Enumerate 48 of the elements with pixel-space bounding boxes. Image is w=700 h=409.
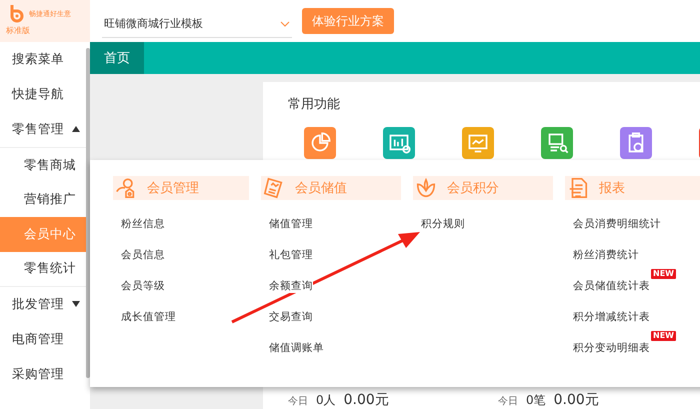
stat-count: 0笔 — [526, 392, 546, 409]
menu-link[interactable]: 粉丝信息 — [121, 216, 165, 230]
sidebar-item[interactable]: 快捷导航 — [0, 77, 90, 112]
menu-link[interactable]: 礼包管理 — [269, 248, 313, 262]
document-icon — [263, 177, 285, 199]
column-title: 会员储值 — [295, 180, 347, 197]
sidebar-item[interactable]: 零售商城 — [0, 148, 90, 182]
sidebar-item[interactable]: 电商管理 — [0, 322, 90, 357]
section-title: 常用功能 — [288, 96, 341, 113]
shortcut-icon[interactable] — [620, 127, 652, 159]
report-icon — [567, 177, 589, 199]
menu-link[interactable]: 余额查询 — [269, 278, 313, 292]
menu-link[interactable]: 积分增减统计表 — [573, 310, 650, 324]
sidebar-item[interactable]: 搜索菜单 — [0, 42, 90, 77]
sidebar-item[interactable]: 零售统计 — [0, 252, 90, 286]
shortcut-icon[interactable] — [304, 127, 336, 159]
column-title: 会员管理 — [147, 180, 199, 197]
sidebar-item[interactable]: 零售管理 — [0, 112, 90, 147]
stat-amount: 0.00元 — [344, 391, 389, 409]
person-icon — [115, 177, 137, 199]
sidebar-item[interactable]: 营销推广 — [0, 182, 90, 217]
sidebar-item[interactable]: 批发管理 — [0, 287, 90, 322]
menu-link[interactable]: 会员等级 — [121, 278, 165, 292]
template-select[interactable]: 旺铺微商城行业模板 — [102, 10, 292, 38]
menu-link[interactable]: 会员消费明细统计 — [573, 216, 661, 230]
column-title: 报表 — [599, 180, 625, 197]
stat-amount: 0.00元 — [554, 391, 599, 409]
sidebar-item[interactable]: 采购管理 — [0, 357, 90, 392]
chevron-down-icon — [280, 20, 290, 26]
new-badge: NEW — [651, 330, 676, 340]
menu-link[interactable]: 粉丝消费统计 — [573, 248, 639, 262]
tab[interactable]: 首页 — [90, 42, 144, 74]
stat-count: 0人 — [316, 392, 336, 409]
menu-link[interactable]: 积分规则 — [421, 216, 465, 230]
new-badge: NEW — [651, 268, 676, 278]
menu-link[interactable]: 储值管理 — [269, 216, 313, 230]
menu-link[interactable]: 成长值管理 — [121, 310, 176, 324]
shortcut-icon[interactable] — [462, 127, 494, 159]
stat-label: 今日 — [498, 395, 518, 408]
shortcut-icon[interactable] — [541, 127, 573, 159]
scrollbar[interactable] — [86, 48, 90, 378]
column-title: 会员积分 — [447, 180, 499, 197]
menu-link[interactable]: 储值调账单 — [269, 340, 324, 354]
shortcut-icon[interactable] — [383, 127, 415, 159]
menu-link[interactable]: 会员信息 — [121, 248, 165, 262]
stat-label: 今日 — [288, 395, 308, 408]
edition-label: 标准版 — [6, 25, 31, 36]
menu-link[interactable]: 交易查询 — [269, 310, 313, 324]
